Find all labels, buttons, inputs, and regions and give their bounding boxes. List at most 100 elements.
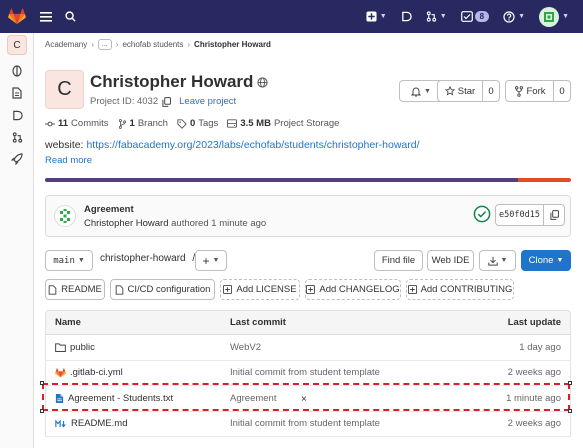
add-license-button[interactable]: Add LICENSE	[220, 279, 300, 300]
page-title: Christopher Howard	[90, 72, 268, 92]
star-count[interactable]: 0	[482, 81, 499, 101]
project-avatar: C	[45, 70, 84, 109]
breadcrumb: Academany › ... › echofab students › Chr…	[45, 39, 271, 50]
branch-icon	[118, 118, 126, 129]
add-contributing-button[interactable]: Add CONTRIBUTING	[406, 279, 514, 300]
download-button[interactable]: ▼	[479, 250, 516, 271]
file-name-link[interactable]: Agreement - Students.txt	[68, 393, 173, 404]
branch-selector[interactable]: main ▼	[45, 250, 93, 271]
folder-icon	[55, 343, 66, 352]
copy-sha-button[interactable]	[543, 205, 564, 225]
breadcrumb-expand-button[interactable]: ...	[97, 39, 112, 50]
globe-icon	[257, 76, 268, 88]
gitlab-logo-icon[interactable]	[0, 0, 34, 33]
language-segment-primary	[45, 178, 519, 182]
issues-icon	[401, 11, 412, 22]
help-menu[interactable]: ▼	[503, 10, 526, 23]
todo-check-icon	[460, 11, 473, 22]
fork-button[interactable]: Fork 0	[505, 80, 571, 102]
todos-link[interactable]: 8	[460, 11, 490, 22]
table-row[interactable]: public WebV2 1 day ago	[45, 335, 571, 361]
website-link[interactable]: https://fabacademy.org/2023/labs/echofab…	[86, 139, 419, 151]
breadcrumb-item[interactable]: Academany	[45, 40, 87, 49]
chevron-down-icon: ▼	[77, 257, 85, 264]
tag-icon	[177, 118, 187, 129]
add-changelog-button[interactable]: Add CHANGELOG	[305, 279, 401, 300]
project-info-icon	[12, 65, 22, 77]
commit-author-link[interactable]: Christopher Howard	[84, 218, 168, 229]
language-segment-secondary	[518, 178, 571, 182]
chevron-down-icon: ▼	[518, 13, 526, 20]
star-icon	[444, 86, 455, 96]
web-ide-button[interactable]: Web IDE	[427, 250, 474, 271]
last-update-date: 2 weeks ago	[507, 367, 561, 379]
column-header-last-commit: Last commit	[230, 317, 286, 328]
breadcrumb-separator: ›	[187, 40, 191, 49]
chevron-down-icon: ▼	[439, 13, 447, 20]
close-icon[interactable]: ×	[301, 394, 307, 405]
add-to-tree-button[interactable]: + ▼	[195, 250, 227, 271]
description-prefix: website:	[45, 139, 87, 151]
breadcrumb-separator: ›	[115, 40, 119, 49]
fork-icon	[514, 85, 523, 97]
commit-message-link[interactable]: Agreement	[230, 386, 276, 411]
table-row[interactable]: README.md Initial commit from student te…	[45, 411, 571, 437]
cicd-configuration-button[interactable]: CI/CD configuration	[110, 279, 215, 300]
plus-icon: +	[202, 253, 210, 268]
fork-count[interactable]: 0	[553, 81, 570, 101]
storage-stat[interactable]: 3.5 MB Project Storage	[227, 118, 339, 129]
project-sidebar: C	[0, 33, 34, 448]
resize-handle[interactable]	[40, 381, 44, 385]
chevron-down-icon: ▼	[562, 13, 569, 20]
markdown-file-icon	[55, 419, 67, 428]
menu-icon[interactable]	[40, 11, 52, 22]
file-name-link[interactable]: .gitlab-ci.yml	[70, 367, 123, 378]
commit-message-link[interactable]: Initial commit from student template	[230, 412, 380, 437]
breadcrumb-item[interactable]: echofab students	[122, 40, 183, 49]
merge-requests-menu[interactable]: ▼	[426, 11, 447, 22]
repository-languages-bar	[45, 178, 571, 182]
file-name-link[interactable]: README.md	[71, 418, 127, 429]
star-button[interactable]: Star 0	[437, 80, 500, 102]
commit-title-link[interactable]: Agreement	[84, 204, 134, 215]
copy-icon[interactable]	[162, 96, 172, 107]
readme-link-button[interactable]: README	[45, 279, 105, 300]
search-icon[interactable]	[65, 11, 76, 22]
resize-handle[interactable]	[40, 409, 44, 413]
sidebar-item-cicd[interactable]	[0, 148, 34, 170]
table-row[interactable]: Agreement - Students.txt Agreement 1 min…	[45, 386, 571, 412]
read-more-link[interactable]: Read more	[45, 155, 92, 166]
last-commit-panel: Agreement Christopher Howard authored 1 …	[45, 195, 571, 237]
repository-path: christopher-howard /	[100, 253, 195, 264]
copy-icon	[549, 210, 559, 220]
breadcrumb-current[interactable]: Christopher Howard	[194, 40, 271, 49]
commit-icon	[45, 121, 55, 126]
sidebar-item-repository[interactable]	[0, 82, 34, 104]
branches-stat[interactable]: 1 Branch	[118, 118, 168, 129]
commit-message-link[interactable]: WebV2	[230, 335, 261, 360]
user-avatar	[539, 6, 560, 27]
clone-button[interactable]: Clone ▼	[521, 250, 571, 271]
sidebar-item-issues[interactable]	[0, 104, 34, 126]
commits-stat[interactable]: 11 Commits	[45, 118, 109, 129]
last-update-date: 2 weeks ago	[507, 418, 561, 430]
sidebar-project-avatar[interactable]: C	[7, 35, 27, 55]
issues-link[interactable]	[401, 11, 412, 22]
table-row[interactable]: .gitlab-ci.yml Initial commit from stude…	[45, 360, 571, 386]
sidebar-item-merge-requests[interactable]	[0, 126, 34, 148]
find-file-button[interactable]: Find file	[374, 250, 423, 271]
commit-sha[interactable]: e50f0d15	[496, 205, 543, 225]
tags-stat[interactable]: 0 Tags	[177, 118, 218, 129]
create-new-menu[interactable]: ▼	[366, 11, 387, 22]
plus-square-icon	[366, 11, 377, 22]
chevron-down-icon: ▼	[379, 13, 387, 20]
bell-icon	[411, 87, 422, 97]
user-menu[interactable]: ▼	[539, 6, 569, 27]
commit-message-link[interactable]: Initial commit from student template	[230, 361, 380, 386]
sidebar-item-project-info[interactable]	[0, 60, 34, 82]
path-root-link[interactable]: christopher-howard	[100, 253, 186, 264]
file-name-link[interactable]: public	[70, 342, 95, 353]
pipeline-success-icon[interactable]	[473, 205, 491, 223]
leave-project-link[interactable]: Leave project	[179, 96, 236, 107]
last-update-date: 1 minute ago	[506, 392, 561, 404]
